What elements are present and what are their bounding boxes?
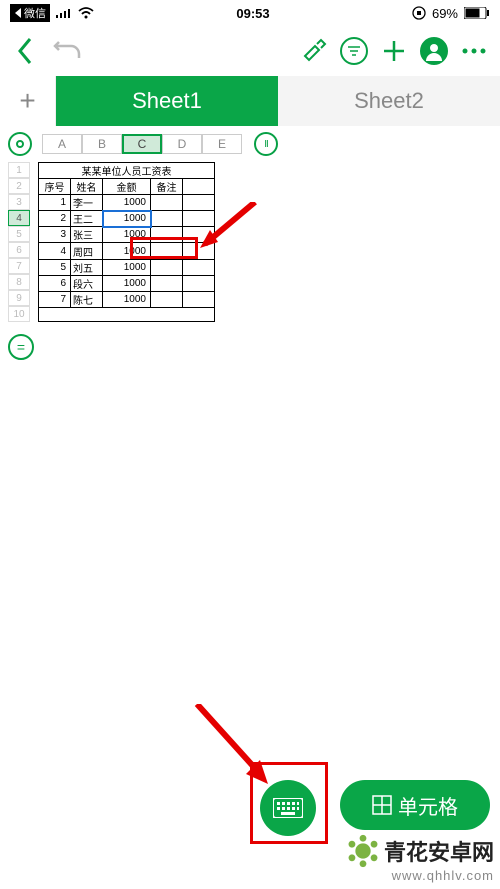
row-marker-button[interactable] — [8, 132, 32, 156]
row-10[interactable]: 10 — [8, 306, 30, 322]
formula-button[interactable]: = — [8, 334, 34, 360]
add-sheet-button[interactable]: + — [0, 76, 56, 126]
row-5[interactable]: 5 — [8, 226, 30, 242]
hdr-note: 备注 — [151, 179, 183, 195]
sheet-area: 1 2 3 4 5 6 7 8 9 10 某某单位人员工资表 序号 姓名 金额 … — [0, 162, 500, 322]
add-button[interactable] — [378, 35, 410, 67]
filter-button[interactable] — [338, 35, 370, 67]
tab-sheet2[interactable]: Sheet2 — [278, 76, 500, 126]
col-C[interactable]: C — [122, 134, 162, 154]
orientation-lock-icon — [412, 6, 426, 20]
table-row: 5刘五1000 — [39, 259, 215, 275]
wifi-icon — [78, 7, 94, 19]
table-row: 4周四1000 — [39, 243, 215, 259]
freeze-button[interactable]: II — [254, 132, 278, 156]
more-button[interactable] — [458, 35, 490, 67]
row-6[interactable]: 6 — [8, 242, 30, 258]
watermark-url: www.qhhlv.com — [346, 868, 494, 883]
cell-button[interactable]: 单元格 — [340, 780, 490, 830]
battery-percent: 69% — [432, 6, 458, 21]
back-button[interactable] — [10, 35, 42, 67]
row-3[interactable]: 3 — [8, 194, 30, 210]
watermark-logo-icon — [346, 834, 380, 868]
format-brush-button[interactable] — [298, 35, 330, 67]
row-1[interactable]: 1 — [8, 162, 30, 178]
watermark-name: 青花安卓网 — [384, 835, 494, 867]
cell-button-label: 单元格 — [398, 791, 458, 820]
table-row — [39, 307, 215, 321]
col-E[interactable]: E — [202, 134, 242, 154]
row-8[interactable]: 8 — [8, 274, 30, 290]
column-strip: A B C D E II — [0, 126, 500, 162]
watermark: 青花安卓网 www.qhhlv.com — [346, 834, 494, 883]
table-row: 6段六1000 — [39, 275, 215, 291]
status-bar: 微信 09:53 69% — [0, 0, 500, 26]
hdr-name: 姓名 — [71, 179, 103, 195]
table-row: 7陈七1000 — [39, 291, 215, 307]
undo-button[interactable] — [52, 35, 84, 67]
table-title: 某某单位人员工资表 — [39, 163, 215, 179]
keyboard-icon — [273, 798, 303, 818]
col-D[interactable]: D — [162, 134, 202, 154]
row-9[interactable]: 9 — [8, 290, 30, 306]
keyboard-button[interactable] — [260, 780, 316, 836]
signal-icon — [56, 8, 72, 18]
hdr-amt: 金额 — [103, 179, 151, 195]
chevron-left-icon — [14, 8, 22, 18]
row-4[interactable]: 4 — [8, 210, 30, 226]
col-A[interactable]: A — [42, 134, 82, 154]
toolbar — [0, 26, 500, 76]
col-B[interactable]: B — [82, 134, 122, 154]
grid-icon — [372, 795, 392, 815]
row-2[interactable]: 2 — [8, 178, 30, 194]
table-row: 2王二1000 — [39, 211, 215, 227]
table-row: 1李一1000 — [39, 195, 215, 211]
row-numbers: 1 2 3 4 5 6 7 8 9 10 — [8, 162, 30, 322]
back-to-app[interactable]: 微信 — [10, 4, 50, 22]
annotation-arrow-2 — [192, 704, 282, 794]
battery-icon — [464, 7, 490, 19]
profile-button[interactable] — [418, 35, 450, 67]
tab-sheet1[interactable]: Sheet1 — [56, 76, 278, 126]
table-row: 3张三1000 — [39, 227, 215, 243]
row-7[interactable]: 7 — [8, 258, 30, 274]
sheet-tabs: + Sheet1 Sheet2 — [0, 76, 500, 126]
salary-table[interactable]: 某某单位人员工资表 序号 姓名 金额 备注 1李一1000 2王二1000 3张… — [38, 162, 215, 322]
hdr-no: 序号 — [39, 179, 71, 195]
clock: 09:53 — [236, 6, 269, 21]
